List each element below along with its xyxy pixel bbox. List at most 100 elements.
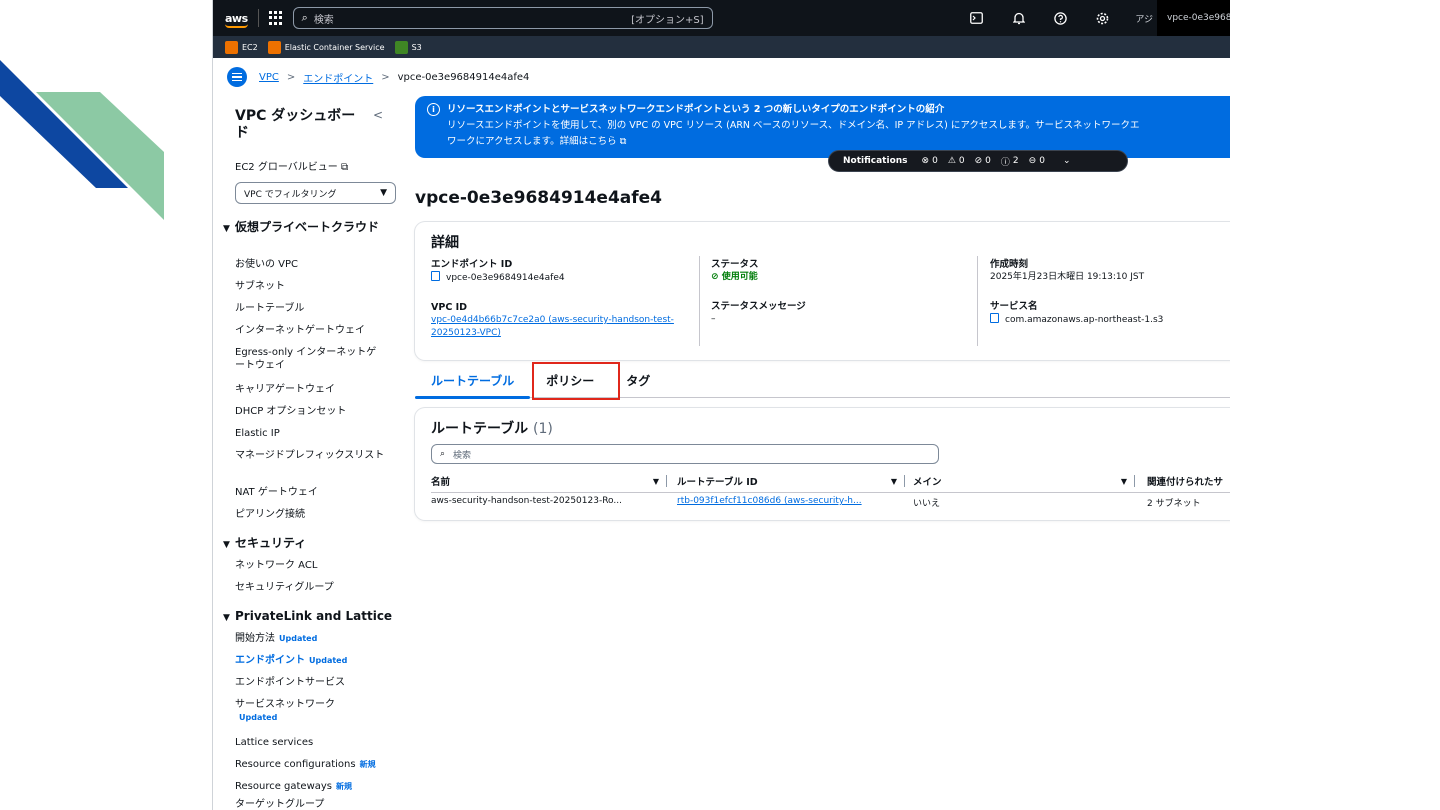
ec2-icon <box>225 40 238 54</box>
settings-gear-icon[interactable] <box>1095 10 1111 26</box>
sort-icon: ▼ <box>1120 476 1127 486</box>
breadcrumb: VPC > エンドポイント > vpce-0e3e9684914e4afe4 <box>227 66 529 88</box>
search-placeholder: 検索 <box>313 14 334 26</box>
help-icon[interactable] <box>1053 10 1069 26</box>
highlight-box-policy-tab <box>532 362 620 400</box>
progress-count: ⊖ 0 <box>1028 156 1045 166</box>
sidebar-item-elastic-ip[interactable]: Elastic IP <box>235 427 395 440</box>
section-security[interactable]: ▼ セキュリティ <box>223 536 393 553</box>
section-privatelink-lattice[interactable]: ▼ PrivateLink and Lattice <box>223 609 393 626</box>
sidebar-item-endpoints[interactable]: エンドポイント Updated <box>235 654 395 667</box>
sidebar-item-service-networks[interactable]: サービスネットワークUpdated <box>235 698 345 724</box>
endpoint-id-label: エンドポイント ID <box>431 259 513 270</box>
success-icon: ⊘ <box>974 156 983 166</box>
error-count: ⊗ 0 <box>921 156 938 166</box>
sidebar-item-endpoint-services[interactable]: エンドポイントサービス <box>235 676 395 689</box>
sort-icon: ▼ <box>652 476 659 486</box>
chevron-right-icon: > <box>286 71 296 83</box>
caret-down-icon: ▼ <box>380 188 387 198</box>
notifications-bar[interactable]: Notifications ⊗ 0 ⚠ 0 ⊘ 0 ⓘ 2 ⊖ 0 ⌄ <box>828 150 1128 172</box>
success-count: ⊘ 0 <box>974 156 991 166</box>
aws-console-screenshot: aws ⌕ 検索 [オプション+S] アジ vpce-0e3e96 EC2 El… <box>212 0 1230 810</box>
hamburger-menu-icon[interactable] <box>227 67 247 87</box>
sidebar-item-nat-gateways[interactable]: NAT ゲートウェイ <box>235 486 395 499</box>
page-title: vpce-0e3e9684914e4afe4 <box>415 188 663 208</box>
copy-icon[interactable] <box>990 313 999 323</box>
created-label: 作成時刻 <box>990 259 1029 270</box>
route-tables-search-input[interactable]: ⌕ 検索 <box>431 444 939 464</box>
check-circle-icon: ⊘ <box>711 272 719 282</box>
column-header-route-table-id[interactable]: ルートテーブル ID ▼ <box>677 472 905 490</box>
sidebar-item-target-groups[interactable]: ターゲットグループ <box>235 798 395 810</box>
row-main: いいえ <box>913 499 941 509</box>
favorite-ec2[interactable]: EC2 <box>225 40 258 54</box>
status-message-value: – <box>711 314 716 324</box>
sidebar-item-egress-only-gateways[interactable]: Egress-only インターネットゲートウェイ <box>235 346 385 372</box>
sidebar-item-security-groups[interactable]: セキュリティグループ <box>235 581 395 594</box>
vpc-id-link[interactable]: vpc-0e4d4b66b7c7ce2a0 (aws-security-hand… <box>431 314 691 340</box>
search-icon: ⌕ <box>440 449 446 459</box>
breadcrumb-current: vpce-0e3e9684914e4afe4 <box>397 71 530 83</box>
info-count: ⓘ 2 <box>1000 156 1019 168</box>
flash-title: リソースエンドポイントとサービスネットワークエンドポイントという 2 つの新しい… <box>447 104 945 115</box>
sidebar-item-internet-gateways[interactable]: インターネットゲートウェイ <box>235 324 395 337</box>
global-search-input[interactable]: ⌕ 検索 [オプション+S] <box>292 7 713 29</box>
flash-body-line2[interactable]: ワークにアクセスします。詳細はこちら ⧉ <box>447 134 1230 150</box>
breadcrumb-endpoints[interactable]: エンドポイント <box>303 70 373 85</box>
route-tables-heading: ルートテーブル (1) <box>431 421 553 437</box>
column-header-name[interactable]: 名前 ▼ <box>431 472 667 490</box>
cloudshell-icon[interactable] <box>969 10 985 26</box>
updated-badge: Updated <box>309 656 348 665</box>
caret-down-icon: ▼ <box>223 540 230 550</box>
status-label: ステータス <box>711 259 759 270</box>
details-heading: 詳細 <box>431 235 459 251</box>
region-selector[interactable]: アジ <box>1135 12 1153 25</box>
warning-count: ⚠ 0 <box>947 156 965 166</box>
tab-route-tables[interactable]: ルートテーブル <box>415 372 531 399</box>
updated-badge: Updated <box>279 634 318 643</box>
favorite-s3[interactable]: S3 <box>394 40 422 54</box>
column-header-main[interactable]: メイン ▼ <box>913 472 1135 490</box>
sidebar-item-subnets[interactable]: サブネット <box>235 280 395 293</box>
favorite-ecs[interactable]: Elastic Container Service <box>267 40 385 54</box>
search-icon: ⌕ <box>301 11 308 24</box>
decorative-shapes <box>0 60 164 220</box>
sidebar-item-getting-started[interactable]: 開始方法 Updated <box>235 632 395 645</box>
ecs-icon <box>267 40 281 54</box>
info-flash-banner: i リソースエンドポイントとサービスネットワークエンドポイントという 2 つの新… <box>415 96 1230 158</box>
sidebar-item-route-tables[interactable]: ルートテーブル <box>235 302 395 315</box>
bell-icon[interactable] <box>1011 10 1027 26</box>
breadcrumb-vpc[interactable]: VPC <box>259 72 279 83</box>
sidebar-item-resource-configurations[interactable]: Resource configurations 新規 <box>235 758 395 771</box>
search-shortcut: [オプション+S] <box>631 14 704 26</box>
sidebar-item-network-acls[interactable]: ネットワーク ACL <box>235 559 395 572</box>
sidebar-item-dhcp-options[interactable]: DHCP オプションセット <box>235 405 395 418</box>
chevron-down-icon[interactable]: ⌄ <box>1063 156 1071 166</box>
account-menu[interactable]: vpce-0e3e9684 <box>1157 0 1230 36</box>
section-virtual-private-cloud[interactable]: ▼ 仮想プライベートクラウド <box>223 220 393 237</box>
sidebar-item-your-vpcs[interactable]: お使いの VPC <box>235 258 395 271</box>
s3-icon <box>394 40 408 54</box>
slide: aws ⌕ 検索 [オプション+S] アジ vpce-0e3e96 EC2 El… <box>0 0 1440 810</box>
sidebar-item-lattice-services[interactable]: Lattice services <box>235 736 395 749</box>
collapse-sidebar-icon[interactable]: < <box>373 108 383 122</box>
error-icon: ⊗ <box>921 156 930 166</box>
sidebar-title[interactable]: VPC ダッシュボード <box>235 108 365 142</box>
row-name: aws-security-handson-test-20250123-Ro... <box>431 496 622 506</box>
services-grid-icon[interactable] <box>268 11 283 25</box>
vpc-id-label: VPC ID <box>431 302 468 313</box>
sidebar-item-peering-connections[interactable]: ピアリング接続 <box>235 508 395 521</box>
sidebar-item-resource-gateways[interactable]: Resource gateways 新規 <box>235 780 395 793</box>
info-icon: i <box>427 103 440 116</box>
sidebar: VPC ダッシュボード < EC2 グローバルビュー ⧉ VPC でフィルタリン… <box>213 96 403 810</box>
sidebar-item-managed-prefix-lists[interactable]: マネージドプレフィックスリスト <box>235 449 385 462</box>
sidebar-item-carrier-gateways[interactable]: キャリアゲートウェイ <box>235 383 395 396</box>
info-icon: ⓘ <box>1000 157 1010 168</box>
sidebar-item-ec2-global-view[interactable]: EC2 グローバルビュー ⧉ <box>235 158 348 173</box>
row-route-table-id-link[interactable]: rtb-093f1efcf11c086d6 (aws-security-h... <box>677 496 897 506</box>
vpc-filter-select[interactable]: VPC でフィルタリング ▼ <box>235 182 396 204</box>
external-link-icon: ⧉ <box>619 136 627 147</box>
copy-icon[interactable] <box>431 271 440 281</box>
column-header-associated[interactable]: 関連付けられたサ <box>1147 472 1230 490</box>
aws-logo[interactable]: aws <box>225 12 248 28</box>
